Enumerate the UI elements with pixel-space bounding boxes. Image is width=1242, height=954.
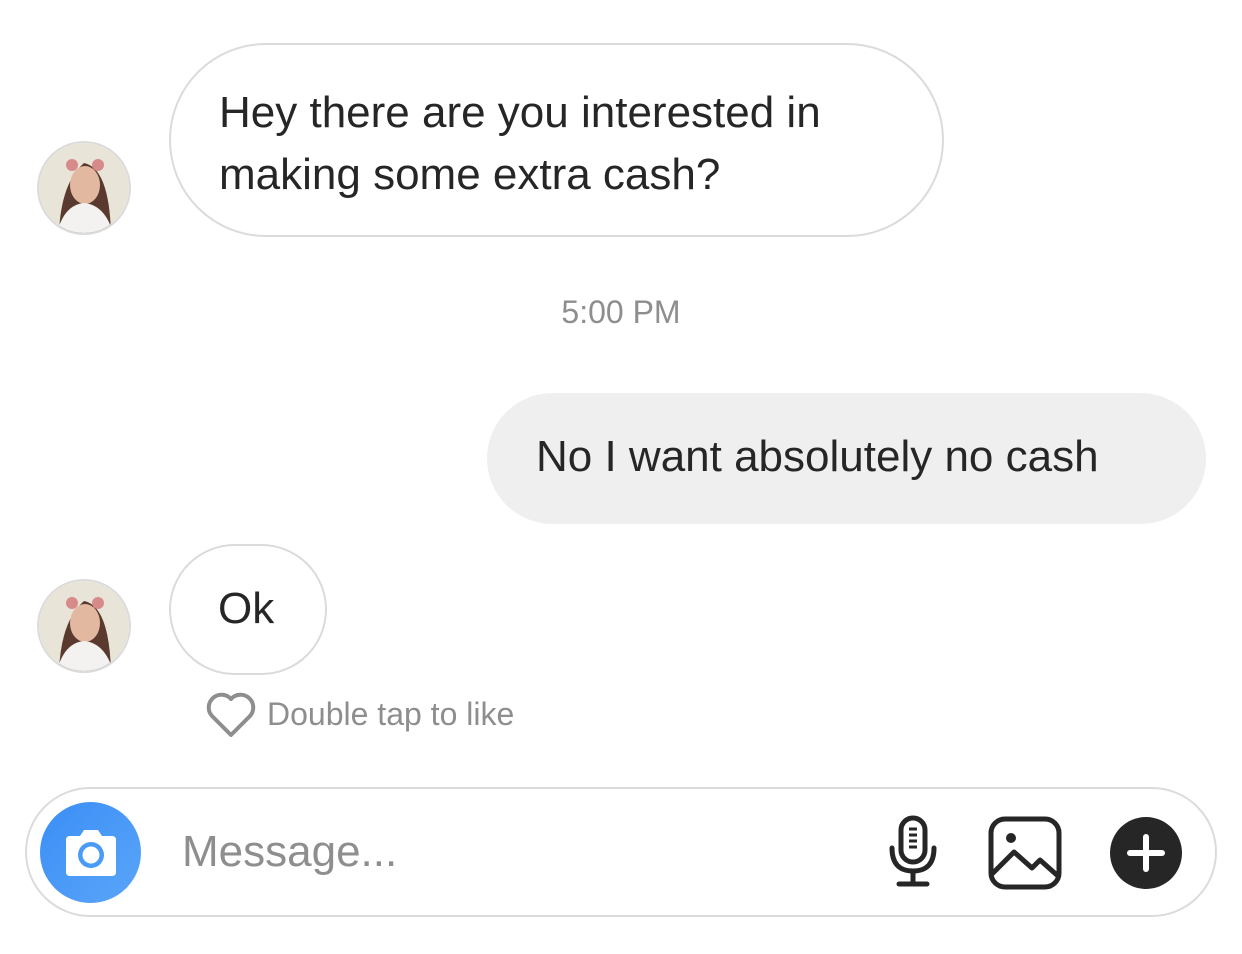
message-text-line: making some extra cash? <box>219 150 721 199</box>
message-composer <box>25 787 1217 917</box>
avatar-photo-icon <box>39 581 129 671</box>
message-text: Ok <box>218 584 275 633</box>
plus-icon <box>1127 834 1165 872</box>
incoming-message-bubble[interactable]: Ok <box>169 544 327 675</box>
message-timestamp: 5:00 PM <box>561 294 681 330</box>
contact-avatar[interactable] <box>37 579 131 673</box>
camera-icon <box>65 829 116 876</box>
incoming-message-bubble[interactable]: Hey there are you interested in making s… <box>169 43 944 237</box>
outgoing-message-bubble[interactable]: No I want absolutely no cash <box>487 393 1206 524</box>
more-button[interactable] <box>1110 817 1182 889</box>
message-input[interactable] <box>182 819 862 885</box>
contact-avatar[interactable] <box>37 141 131 235</box>
like-hint[interactable]: Double tap to like <box>203 688 514 740</box>
camera-button[interactable] <box>40 802 141 903</box>
avatar-photo-icon <box>39 143 129 233</box>
image-icon <box>988 816 1062 890</box>
like-hint-label: Double tap to like <box>267 695 515 732</box>
message-text-line: Hey there are you interested in <box>219 88 821 137</box>
heart-icon <box>206 692 256 737</box>
gallery-button[interactable] <box>988 816 1062 890</box>
microphone-icon <box>889 815 937 887</box>
microphone-button[interactable] <box>882 815 944 889</box>
message-text: No I want absolutely no cash <box>536 432 1099 481</box>
